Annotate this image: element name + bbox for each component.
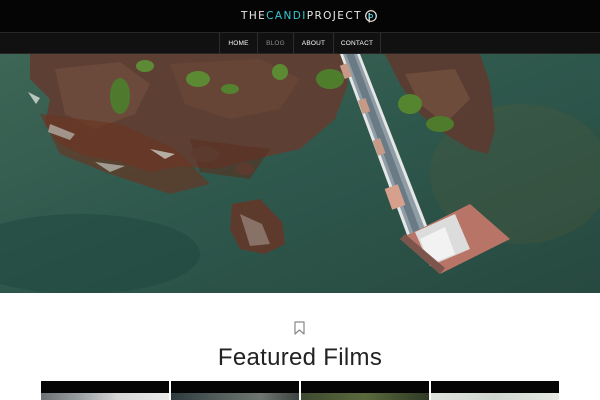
featured-films-title: Featured Films [217, 344, 383, 371]
film-thumbnail[interactable] [301, 381, 429, 400]
main-nav: HOME BLOG ABOUT CONTACT [0, 32, 600, 54]
hero-image [0, 54, 600, 293]
logo-text-candi: CANDI [266, 10, 307, 22]
logo-mark-icon [364, 10, 377, 23]
site-header: THE CANDI PROJECT [0, 0, 600, 32]
logo-text-project: PROJECT [306, 10, 362, 22]
nav-blog[interactable]: BLOG [257, 33, 293, 54]
featured-films-grid [41, 381, 559, 400]
film-thumbnail[interactable] [171, 381, 299, 400]
site-logo[interactable]: THE CANDI PROJECT [241, 8, 378, 24]
bookmark-icon [294, 321, 305, 335]
nav-contact[interactable]: CONTACT [333, 33, 381, 54]
hero-aerial-photo [0, 54, 600, 293]
film-thumbnail[interactable] [431, 381, 559, 400]
nav-about[interactable]: ABOUT [293, 33, 333, 54]
nav-home[interactable]: HOME [219, 33, 257, 54]
logo-text-the: THE [241, 10, 267, 22]
film-thumbnail[interactable] [41, 381, 169, 400]
